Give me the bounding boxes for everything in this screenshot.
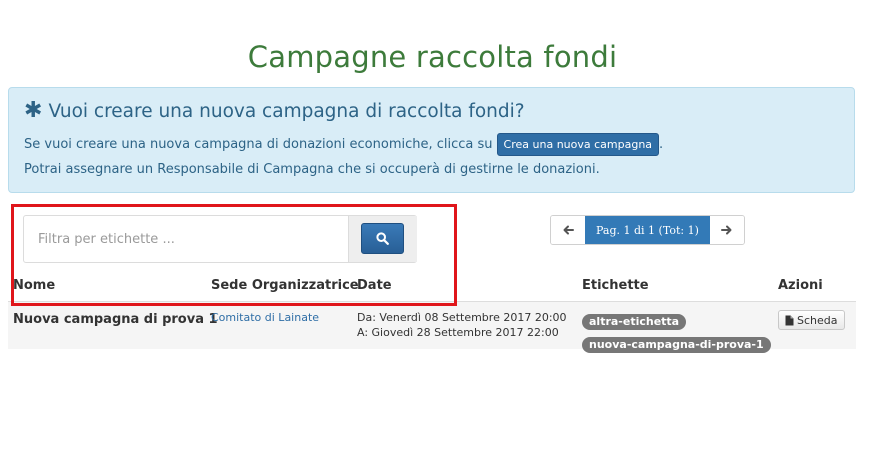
info-heading: ✱ Vuoi creare una nuova campagna di racc… [24,100,525,122]
tag-filter-group [23,215,417,263]
create-campaign-button[interactable]: Crea una nuova campagna [496,133,660,156]
page-title: Campagne raccolta fondi [247,40,618,74]
info-line2: Potrai assegnare un Responsabile di Camp… [24,162,600,177]
current-page-label: Pag. 1 di 1 (Tot: 1) [585,216,710,244]
sede-link[interactable]: Comitato di Lainate [211,311,319,324]
info-line1-suffix: . [659,137,664,152]
column-header-sede: Sede Organizzatrice [211,278,359,293]
campaign-name: Nuova campagna di prova 1 [13,312,218,327]
column-header-nome: Nome [13,278,56,293]
column-header-etichette: Etichette [582,278,649,293]
next-page-button[interactable] [709,216,744,244]
asterisk-icon: ✱ [24,98,43,123]
info-line1-text: Se vuoi creare una nuova campagna di don… [24,137,493,152]
scheda-button[interactable]: Scheda [778,310,845,330]
info-line1: Se vuoi creare una nuova campagna di don… [24,133,663,156]
arrow-right-icon [721,225,732,235]
date-from: Da: Venerdì 08 Settembre 2017 20:00 [357,311,567,324]
tag-badge: nuova-campagna-di-prova-1 [582,337,771,353]
tags-cell: altra-etichetta nuova-campagna-di-prova-… [582,310,771,356]
search-icon [376,232,389,245]
file-icon [785,315,794,325]
search-button[interactable] [361,223,404,254]
scheda-label: Scheda [797,313,838,327]
arrow-left-icon [563,225,574,235]
table-row: Nuova campagna di prova 1 Comitato di La… [8,301,856,353]
campaign-dates: Da: Venerdì 08 Settembre 2017 20:00 A: G… [357,310,567,340]
column-header-date: Date [357,278,392,293]
prev-page-button[interactable] [551,216,585,244]
info-heading-text: Vuoi creare una nuova campagna di raccol… [48,100,525,122]
column-header-azioni: Azioni [778,278,823,293]
info-alert: ✱ Vuoi creare una nuova campagna di racc… [8,87,855,193]
pagination: Pag. 1 di 1 (Tot: 1) [550,215,745,245]
tag-filter-input[interactable] [24,216,348,262]
tag-badge: altra-etichetta [582,314,687,330]
date-to: A: Giovedì 28 Settembre 2017 22:00 [357,326,559,339]
search-addon [348,216,417,262]
